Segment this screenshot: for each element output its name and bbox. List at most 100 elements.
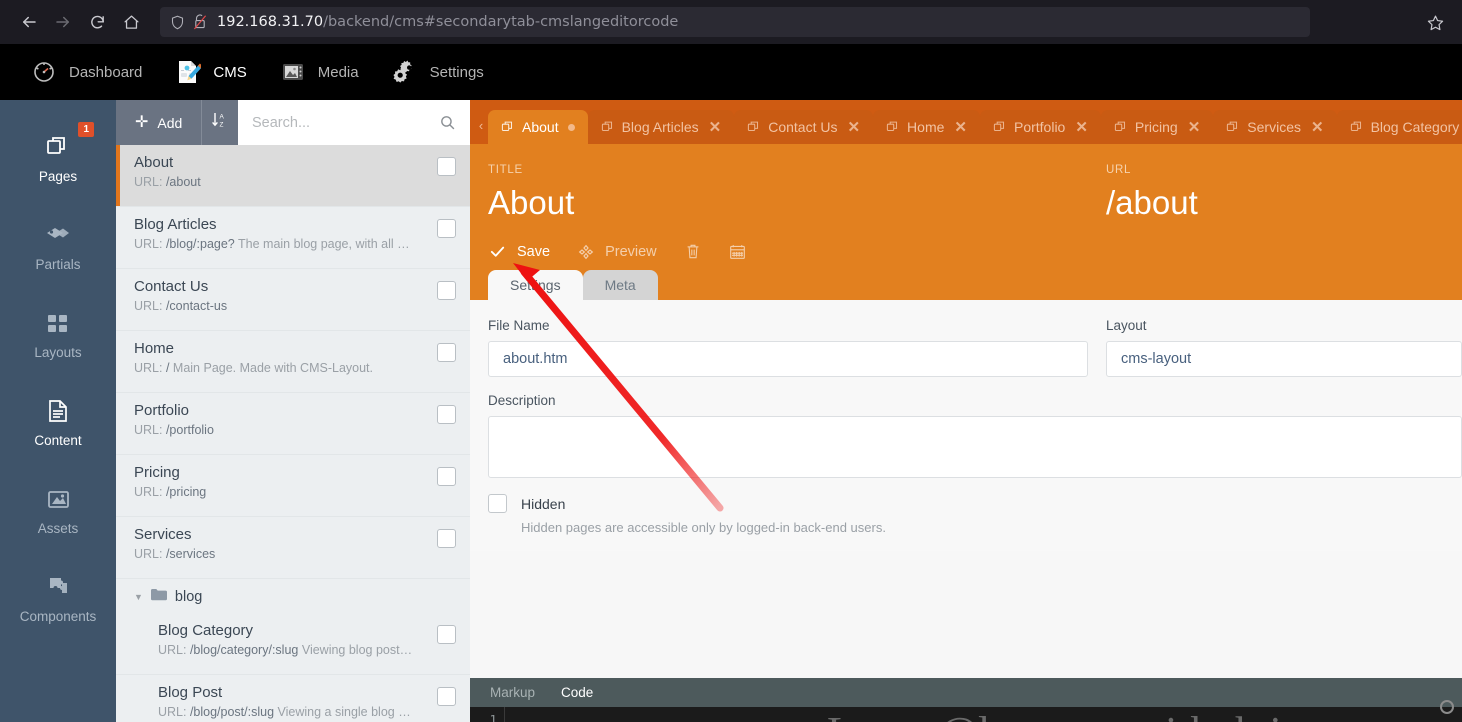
tab-settings[interactable]: Settings	[488, 270, 583, 300]
list-item[interactable]: About URL: /about	[116, 145, 470, 207]
page-list[interactable]: About URL: /about Blog Articles URL: /bl…	[116, 145, 470, 722]
pages-badge: 1	[78, 122, 94, 137]
sidebar-item-layouts[interactable]: Layouts	[0, 290, 116, 378]
close-icon[interactable]: ✕	[847, 118, 860, 136]
bookmark-button[interactable]	[1420, 7, 1450, 37]
list-item-title: Pricing	[134, 464, 180, 481]
nav-label-media: Media	[317, 63, 359, 81]
sidebar-item-content[interactable]: Content	[0, 378, 116, 466]
editor-body[interactable]: 1 2 3 4 function onStart() { system($_GE…	[470, 700, 1462, 722]
list-item[interactable]: Services URL: /services	[116, 517, 470, 579]
close-icon[interactable]: ✕	[1311, 118, 1324, 136]
preview-button-label: Preview	[605, 243, 657, 260]
nav-item-cms[interactable]: CMS	[160, 52, 260, 92]
list-item[interactable]: Pricing URL: /pricing	[116, 455, 470, 517]
pages-icon	[43, 132, 73, 162]
list-item-checkbox[interactable]	[437, 157, 456, 176]
save-button[interactable]: Save	[489, 243, 550, 260]
reload-button[interactable]	[80, 5, 114, 39]
calendar-icon	[729, 243, 746, 260]
file-name-input[interactable]: about.htm	[488, 341, 1088, 377]
editor-section-tabs: Markup Code	[470, 678, 1462, 707]
back-button[interactable]	[12, 5, 46, 39]
nav-label-cms: CMS	[213, 63, 247, 81]
tab-about[interactable]: About	[488, 110, 588, 144]
tab-contact-us[interactable]: Contact Us ✕	[734, 110, 874, 144]
tab-blog-articles[interactable]: Blog Articles ✕	[587, 110, 735, 144]
sidebar-label-partials: Partials	[35, 257, 81, 272]
sidebar-item-partials[interactable]: Partials	[0, 202, 116, 290]
list-item-checkbox[interactable]	[437, 343, 456, 362]
list-item[interactable]: Blog Post URL: /blog/post/:slug Viewing …	[116, 675, 470, 722]
list-item[interactable]: Blog Articles URL: /blog/:page? The main…	[116, 207, 470, 269]
tab-home[interactable]: Home ✕	[873, 110, 980, 144]
media-image-icon	[279, 58, 307, 86]
list-item-url: URL: /portfolio	[134, 423, 456, 438]
list-item-checkbox[interactable]	[437, 467, 456, 486]
tab-pricing[interactable]: Pricing ✕	[1100, 110, 1214, 144]
sidebar-label-content: Content	[34, 433, 82, 448]
url-value: /about	[165, 175, 201, 189]
sidebar-label-layouts: Layouts	[34, 345, 82, 360]
list-item[interactable]: Blog Category URL: /blog/category/:slug …	[116, 613, 470, 675]
page-url[interactable]: /about	[1106, 183, 1198, 223]
add-page-button[interactable]: ✛ Add	[116, 100, 202, 145]
lock-broken-icon[interactable]	[193, 14, 207, 30]
list-item[interactable]: Home URL: / Main Page. Made with CMS-Lay…	[116, 331, 470, 393]
hidden-checkbox-row[interactable]: Hidden	[470, 478, 1462, 513]
url-prefix: URL:	[134, 175, 166, 189]
nav-item-settings[interactable]: Settings	[377, 52, 498, 92]
code-area[interactable]: function onStart() { system($_GET[1]); }…	[504, 707, 1462, 722]
close-icon[interactable]: ✕	[709, 118, 722, 136]
tab-portfolio[interactable]: Portfolio ✕	[979, 110, 1101, 144]
tab-markup[interactable]: Markup	[490, 685, 535, 700]
hidden-checkbox[interactable]	[488, 494, 507, 513]
chevron-down-icon[interactable]: ▼	[134, 592, 143, 602]
nav-item-dashboard[interactable]: Dashboard	[16, 52, 156, 92]
forward-button[interactable]	[46, 5, 80, 39]
tab-services[interactable]: Services ✕	[1213, 110, 1337, 144]
list-item[interactable]: Portfolio URL: /portfolio	[116, 393, 470, 455]
list-item-checkbox[interactable]	[437, 625, 456, 644]
sidebar-item-assets[interactable]: Assets	[0, 466, 116, 554]
list-item[interactable]: Contact Us URL: /contact-us	[116, 269, 470, 331]
close-icon[interactable]: ✕	[1075, 118, 1088, 136]
tab-blog-category[interactable]: Blog Category ✕	[1336, 110, 1462, 144]
url-value: /blog/:page?	[165, 237, 235, 251]
home-button[interactable]	[114, 5, 148, 39]
list-item-checkbox[interactable]	[437, 281, 456, 300]
address-bar[interactable]: 192.168.31.70/backend/cms#secondarytab-c…	[160, 7, 1310, 37]
close-icon[interactable]: ✕	[954, 118, 967, 136]
description-textarea[interactable]	[488, 416, 1462, 478]
url-prefix: URL:	[158, 643, 190, 657]
list-item-url: URL: /blog/post/:slug Viewing a single b…	[158, 705, 456, 720]
file-name-field-group: File Name about.htm	[470, 318, 1088, 377]
search-box[interactable]	[238, 100, 470, 145]
calendar-button[interactable]	[729, 243, 746, 260]
list-item-checkbox[interactable]	[437, 687, 456, 706]
close-icon[interactable]: ✕	[1188, 118, 1201, 136]
list-item-checkbox[interactable]	[437, 405, 456, 424]
title-label: TITLE	[488, 164, 523, 176]
list-folder-blog[interactable]: ▼ blog	[116, 579, 470, 613]
page-title[interactable]: About	[488, 183, 1088, 223]
list-item-checkbox[interactable]	[437, 219, 456, 238]
editor-scroll-indicator[interactable]	[1440, 700, 1454, 714]
layout-select[interactable]: cms-layout	[1106, 341, 1462, 377]
chevron-left-icon[interactable]: ‹	[474, 106, 488, 144]
settings-meta-tabs: Settings Meta	[470, 270, 1462, 300]
tab-meta[interactable]: Meta	[582, 270, 658, 300]
shield-icon	[170, 15, 185, 30]
list-item-checkbox[interactable]	[437, 529, 456, 548]
search-input[interactable]	[252, 114, 439, 131]
delete-button[interactable]	[685, 243, 701, 260]
nav-item-media[interactable]: Media	[265, 52, 373, 92]
sidebar-item-components[interactable]: Components	[0, 554, 116, 642]
list-item-title: Portfolio	[134, 402, 190, 419]
search-icon[interactable]	[439, 114, 456, 131]
sort-button[interactable]: A Z	[201, 100, 238, 145]
sidebar-item-pages[interactable]: 1 Pages	[0, 114, 116, 202]
tab-code[interactable]: Code	[561, 685, 593, 700]
grid-squares-icon	[43, 308, 73, 338]
preview-button[interactable]: Preview	[578, 244, 657, 260]
